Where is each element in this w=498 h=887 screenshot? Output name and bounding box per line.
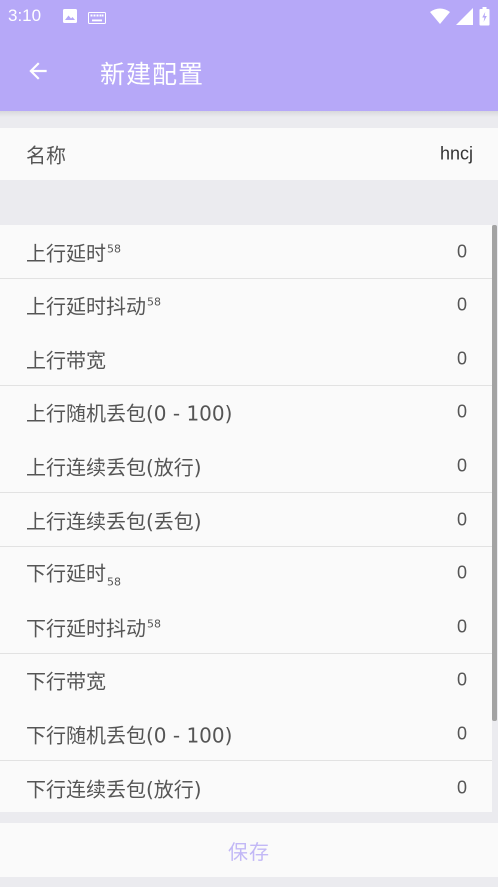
setting-label-text: 下行延时抖动	[26, 616, 146, 641]
setting-label: 上行随机丢包(0 - 100)	[26, 398, 232, 427]
image-icon	[62, 8, 78, 28]
setting-label-text: 下行连续丢包(放行)	[26, 777, 202, 801]
setting-label: 下行连续丢包(放行)	[26, 773, 202, 802]
setting-label-text: 上行连续丢包(放行)	[26, 455, 202, 480]
battery-icon	[479, 7, 490, 30]
setting-label: 上行连续丢包(丢包)	[26, 505, 202, 534]
setting-label: 上行延时58	[26, 237, 121, 266]
arrow-back-icon	[25, 58, 51, 88]
setting-row[interactable]: 下行带宽 0	[0, 653, 492, 708]
setting-label-text: 上行带宽	[26, 348, 106, 373]
setting-label-text: 上行延时抖动	[26, 294, 146, 319]
save-button[interactable]: 保存	[0, 823, 498, 877]
setting-value[interactable]: 0	[457, 295, 467, 316]
app-bar-shadow	[0, 111, 498, 117]
setting-value[interactable]: 0	[457, 723, 467, 744]
keyboard-icon	[88, 9, 106, 28]
setting-label-text: 上行延时	[26, 241, 106, 265]
setting-value[interactable]: 0	[457, 455, 467, 476]
setting-label-text: 下行随机丢包(0 - 100)	[26, 723, 233, 748]
setting-value[interactable]: 0	[457, 563, 467, 584]
setting-row[interactable]: 上行延时58 0	[0, 225, 492, 279]
setting-label: 下行带宽	[26, 666, 106, 695]
setting-label: 下行随机丢包(0 - 100)	[26, 719, 232, 748]
name-field-label: 名称	[26, 143, 66, 168]
setting-row[interactable]: 上行延时抖动58 0	[0, 278, 492, 333]
back-button[interactable]	[18, 53, 58, 93]
setting-value[interactable]: 0	[457, 402, 467, 423]
scrollbar[interactable]	[492, 225, 497, 721]
setting-label-text: 下行带宽	[26, 669, 106, 694]
setting-value[interactable]: 0	[457, 777, 467, 798]
setting-value[interactable]: 0	[457, 670, 467, 691]
app-bar: 新建配置	[0, 33, 498, 111]
setting-unit: 58	[147, 295, 161, 309]
setting-label: 下行延时抖动58	[26, 612, 161, 641]
setting-row[interactable]: 上行带宽 0	[0, 332, 492, 387]
name-field-row[interactable]: 名称 hncj	[0, 128, 498, 180]
setting-label: 上行连续丢包(放行)	[26, 451, 202, 480]
settings-list[interactable]: 上行延时58 0 上行延时抖动58 0 上行带宽 0 上行随机丢包(0 - 100) 0 上行连…	[0, 225, 498, 812]
name-field-value[interactable]: hncj	[440, 144, 473, 165]
setting-row[interactable]: 上行连续丢包(丢包) 0	[0, 493, 492, 547]
page-title: 新建配置	[100, 60, 205, 89]
setting-label-text: 下行延时	[26, 561, 106, 586]
setting-value[interactable]: 0	[457, 348, 467, 369]
setting-value[interactable]: 0	[457, 241, 467, 262]
setting-row[interactable]: 上行连续丢包(放行) 0	[0, 439, 492, 494]
setting-label: 上行延时抖动58	[26, 291, 161, 320]
setting-label: 上行带宽	[26, 344, 106, 373]
setting-row[interactable]: 上行随机丢包(0 - 100) 0	[0, 385, 492, 440]
setting-unit: 58	[107, 242, 121, 256]
setting-label: 下行延时58	[26, 558, 121, 589]
setting-unit: 58	[107, 575, 121, 589]
setting-row[interactable]: 下行随机丢包(0 - 100) 0	[0, 707, 492, 762]
wifi-icon	[430, 8, 450, 29]
setting-label-text: 上行随机丢包(0 - 100)	[26, 401, 233, 426]
setting-row[interactable]: 下行延时抖动58 0	[0, 600, 492, 655]
setting-value[interactable]: 0	[457, 509, 467, 530]
setting-value[interactable]: 0	[457, 616, 467, 637]
status-bar: 3:10	[0, 0, 498, 33]
setting-label-text: 上行连续丢包(丢包)	[26, 509, 202, 533]
setting-row[interactable]: 下行延时58 0	[0, 546, 492, 601]
setting-row[interactable]: 下行连续丢包(放行) 0	[0, 761, 492, 812]
status-time: 3:10	[8, 6, 42, 25]
signal-icon	[456, 8, 473, 29]
setting-unit: 58	[147, 617, 161, 631]
save-button-label: 保存	[228, 839, 270, 864]
